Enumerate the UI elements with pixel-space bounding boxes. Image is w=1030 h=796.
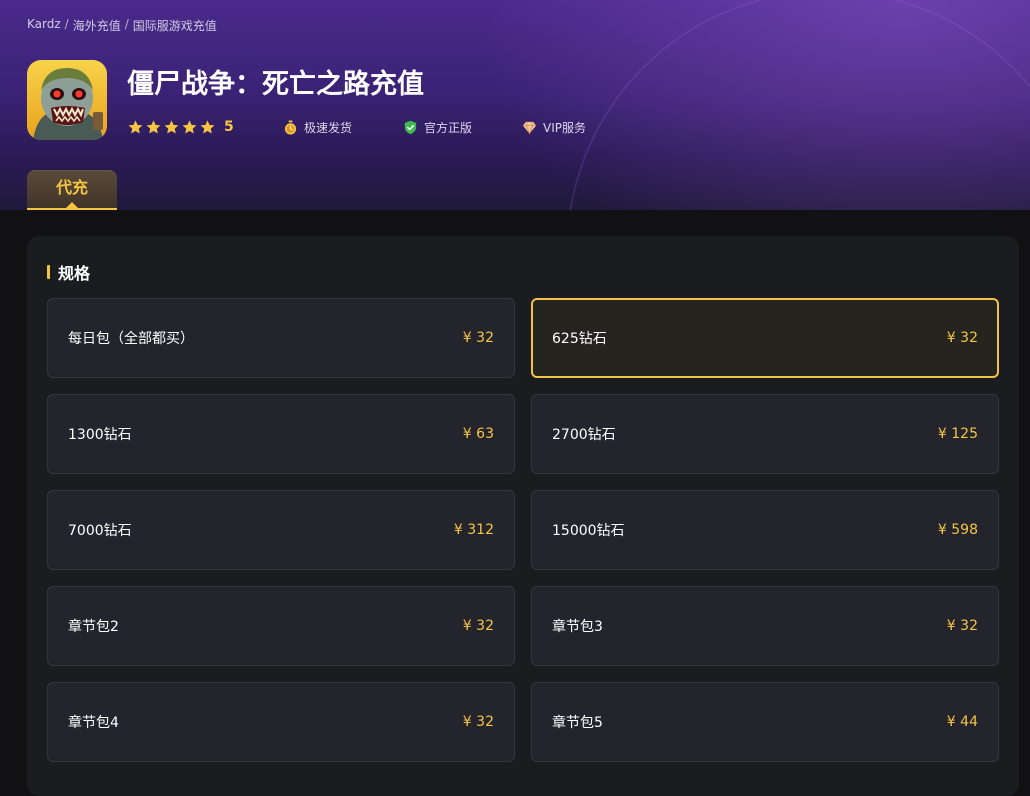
rating-stars: [127, 119, 216, 136]
rating-value: 5: [224, 119, 234, 135]
spec-option-name: 625钻石: [552, 331, 607, 347]
spec-option-price: ¥ 598: [937, 522, 978, 538]
shield-check-icon: [404, 120, 417, 134]
spec-option-name: 2700钻石: [552, 427, 616, 443]
spec-option[interactable]: 7000钻石 ¥ 312: [47, 490, 515, 570]
spec-option[interactable]: 章节包5 ¥ 44: [531, 682, 999, 762]
spec-option-price: ¥ 32: [462, 714, 494, 730]
spec-option-price: ¥ 63: [462, 426, 494, 442]
spec-option-name: 15000钻石: [552, 523, 625, 539]
spec-option[interactable]: 章节包4 ¥ 32: [47, 682, 515, 762]
product-meta: 5 极速发货 官方正版 VIP服务: [127, 117, 586, 137]
feature-label: 极速发货: [304, 120, 353, 135]
product-header: Kardz / 海外充值 / 国际服游戏充值 僵尸战争：死亡之路充值 5 极速发…: [0, 0, 1030, 210]
stopwatch-icon: [284, 119, 297, 135]
feature-label: 官方正版: [424, 120, 473, 135]
spec-option-name: 7000钻石: [68, 523, 132, 539]
spec-grid: 每日包（全部都买） ¥ 32 625钻石 ¥ 32 1300钻石 ¥ 63 27…: [47, 298, 999, 762]
star-icon: [128, 119, 143, 133]
star-icon: [146, 119, 161, 133]
spec-option[interactable]: 1300钻石 ¥ 63: [47, 394, 515, 474]
spec-option-name: 章节包2: [68, 619, 119, 635]
feature-official: 官方正版: [403, 119, 472, 136]
spec-option-price: ¥ 312: [453, 522, 494, 538]
tab-topup[interactable]: 代充: [27, 170, 117, 210]
section-accent-bar: [47, 265, 50, 279]
section-heading: 规格: [47, 260, 90, 284]
spec-option-name: 每日包（全部都买）: [68, 331, 194, 347]
spec-option[interactable]: 15000钻石 ¥ 598: [531, 490, 999, 570]
section-title: 规格: [58, 264, 91, 283]
spec-option-selected[interactable]: 625钻石 ¥ 32: [531, 298, 999, 378]
star-icon: [200, 119, 215, 133]
spec-option-price: ¥ 125: [937, 426, 978, 442]
feature-label: VIP服务: [543, 120, 586, 135]
spec-option[interactable]: 2700钻石 ¥ 125: [531, 394, 999, 474]
breadcrumb-home[interactable]: Kardz: [27, 17, 61, 34]
spec-option-price: ¥ 44: [946, 714, 978, 730]
spec-panel: 规格 每日包（全部都买） ¥ 32 625钻石 ¥ 32 1300钻石 ¥ 63…: [27, 236, 1019, 796]
spec-option-price: ¥ 32: [462, 330, 494, 346]
feature-fast-delivery: 极速发货: [283, 119, 352, 136]
spec-option-name: 1300钻石: [68, 427, 132, 443]
star-icon: [182, 119, 197, 133]
spec-option-price: ¥ 32: [946, 330, 978, 346]
spec-option[interactable]: 章节包3 ¥ 32: [531, 586, 999, 666]
spec-option-price: ¥ 32: [946, 618, 978, 634]
spec-option-name: 章节包3: [552, 619, 603, 635]
breadcrumb-overseas-topup[interactable]: 海外充值: [73, 17, 121, 34]
page-title: 僵尸战争：死亡之路充值: [127, 69, 424, 100]
spec-option-name: 章节包5: [552, 715, 603, 731]
breadcrumb-international-games[interactable]: 国际服游戏充值: [133, 17, 217, 34]
diamond-icon: [522, 121, 537, 135]
spec-option[interactable]: 章节包2 ¥ 32: [47, 586, 515, 666]
feature-vip: VIP服务: [522, 119, 586, 136]
breadcrumb: Kardz / 海外充值 / 国际服游戏充值: [27, 17, 217, 34]
spec-option-name: 章节包4: [68, 715, 119, 731]
zombie-game-icon: [27, 60, 107, 140]
tab-active-underline: [27, 208, 117, 210]
star-icon: [164, 119, 179, 133]
spec-option-price: ¥ 32: [462, 618, 494, 634]
spec-option[interactable]: 每日包（全部都买） ¥ 32: [47, 298, 515, 378]
